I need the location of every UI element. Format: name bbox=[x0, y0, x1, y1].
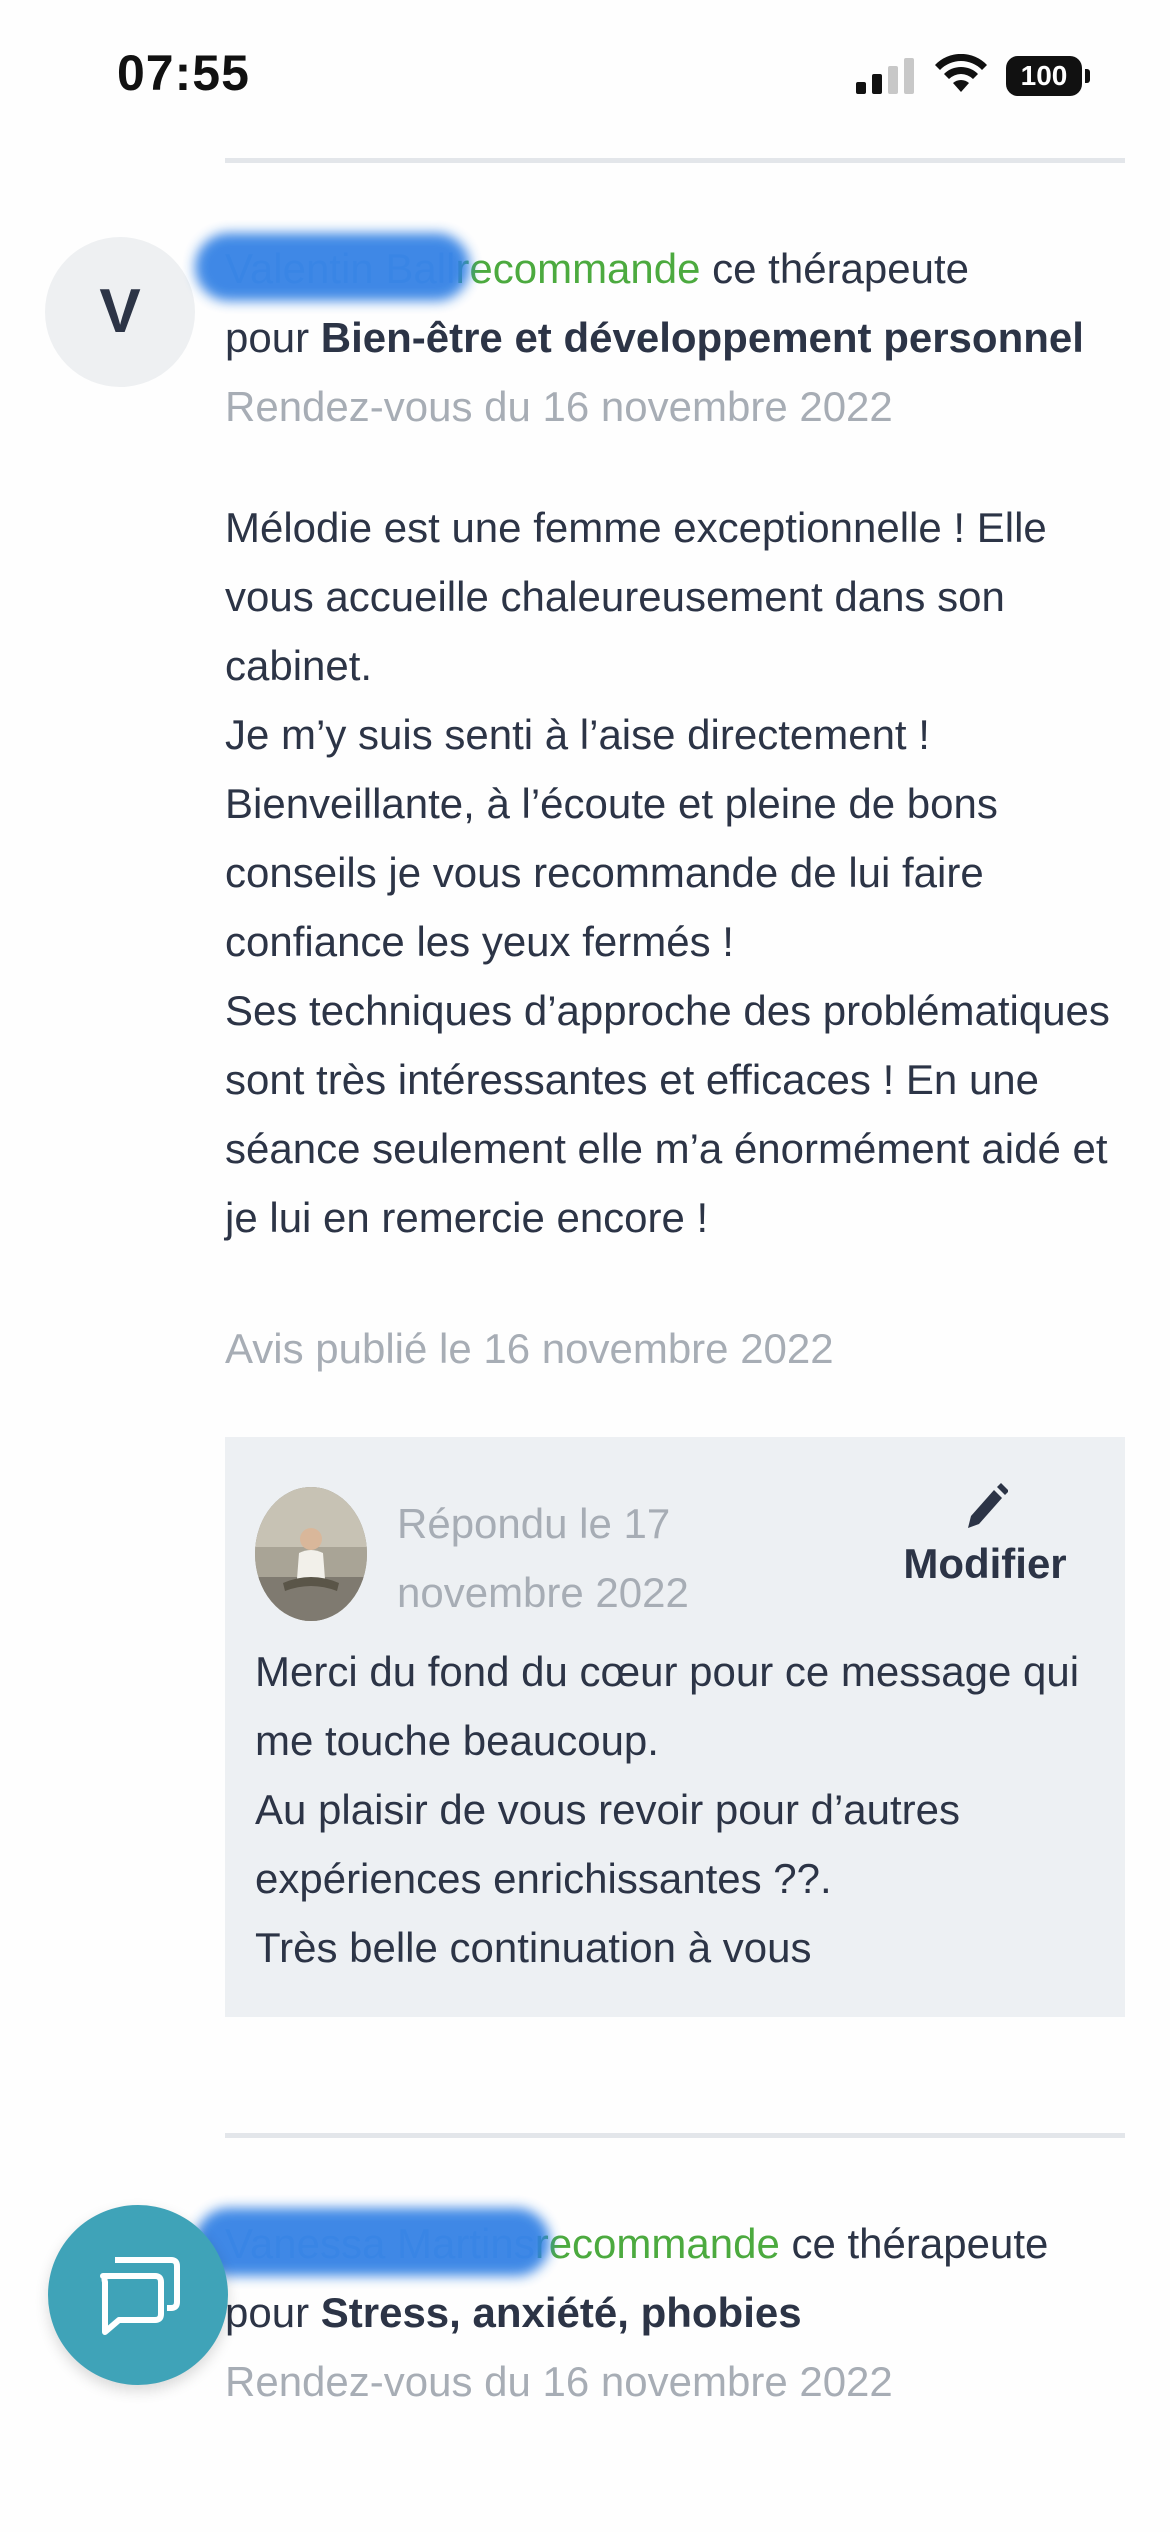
edit-label: Modifier bbox=[903, 1540, 1067, 1587]
divider-review bbox=[225, 2133, 1125, 2138]
divider-top bbox=[225, 158, 1125, 163]
therapist-avatar bbox=[255, 1487, 367, 1621]
review-category-line: pour Bien-être et développement personne… bbox=[225, 314, 1084, 362]
published-date: Avis publié le 16 novembre 2022 bbox=[225, 1325, 834, 1372]
battery-icon: 100 bbox=[1006, 56, 1090, 96]
status-bar: 07:55 100 bbox=[0, 0, 1170, 150]
category-prefix: pour bbox=[225, 2289, 321, 2336]
cellular-signal-icon bbox=[856, 58, 914, 94]
chat-bubbles-icon bbox=[100, 2257, 180, 2335]
reviewer-name-redacted: Valentin Ball bbox=[225, 245, 456, 292]
appointment-date: Rendez-vous du 16 novembre 2022 bbox=[225, 383, 893, 430]
review-category: Stress, anxiété, phobies bbox=[320, 2289, 802, 2336]
review-header-tail: ce thérapeute bbox=[700, 245, 970, 292]
recommends-label: recommande bbox=[455, 245, 701, 292]
review-paragraph: Ses techniques d’approche des problémati… bbox=[225, 987, 1110, 1241]
reply-body: Merci du fond du cœur pour ce message qu… bbox=[255, 1637, 1095, 1982]
reviewer-name-redacted: Vanessa Martins bbox=[225, 2220, 535, 2267]
reply-paragraph: Très belle continuation à vous bbox=[255, 1924, 812, 1971]
review-category-line: pour Stress, anxiété, phobies bbox=[225, 2289, 802, 2337]
edit-reply-button[interactable]: Modifier bbox=[885, 1482, 1085, 1588]
reply-date: Répondu le 17 novembre 2022 bbox=[397, 1500, 689, 1616]
review-header: Valentin Ballrecommande ce thérapeute bbox=[225, 245, 969, 293]
category-prefix: pour bbox=[225, 314, 321, 361]
review-header: Vanessa Martinsrecommande ce thérapeute bbox=[225, 2220, 1048, 2268]
battery-level: 100 bbox=[1006, 56, 1082, 96]
reply-paragraph: Merci du fond du cœur pour ce message qu… bbox=[255, 1648, 1080, 1764]
review-category: Bien-être et développement personnel bbox=[320, 314, 1084, 361]
therapist-reply: Répondu le 17 novembre 2022 Modifier Mer… bbox=[225, 1437, 1125, 2017]
review-paragraph: Je m’y suis senti à l’aise directement !… bbox=[225, 711, 998, 965]
status-time: 07:55 bbox=[117, 45, 250, 101]
review-body: Mélodie est une femme exceptionnelle ! E… bbox=[225, 493, 1125, 1252]
appointment-date: Rendez-vous du 16 novembre 2022 bbox=[225, 2358, 893, 2405]
review-paragraph: Mélodie est une femme exceptionnelle ! E… bbox=[225, 504, 1047, 689]
reviewer-avatar: V bbox=[45, 237, 195, 387]
reply-paragraph: Au plaisir de vous revoir pour d’autres … bbox=[255, 1786, 961, 1902]
pencil-icon bbox=[968, 1483, 1008, 1528]
chat-button[interactable] bbox=[48, 2205, 228, 2385]
review-header-tail: ce thérapeute bbox=[779, 2220, 1049, 2267]
wifi-icon bbox=[935, 54, 987, 92]
recommends-label: recommande bbox=[534, 2220, 780, 2267]
